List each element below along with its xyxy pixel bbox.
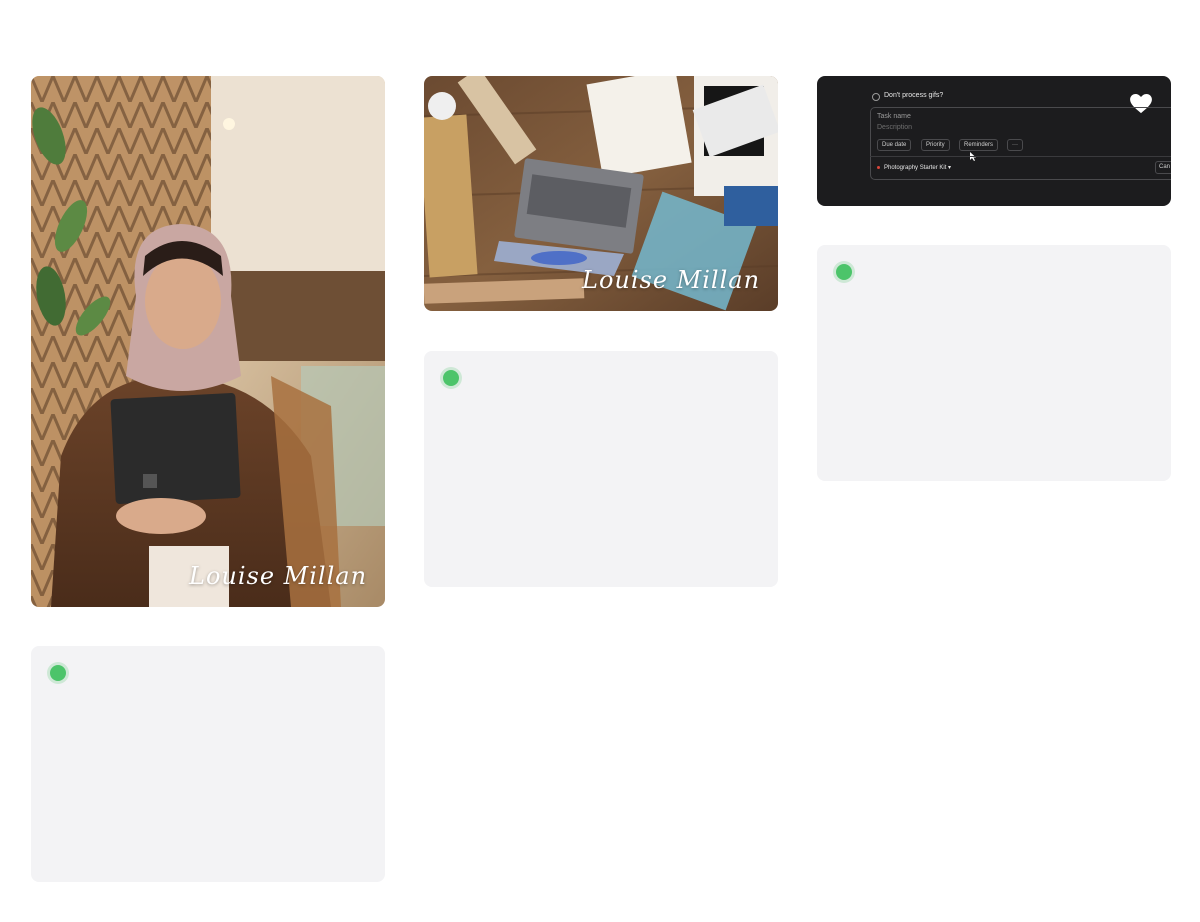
photo-card-desk[interactable]: Louise Millan bbox=[424, 76, 778, 311]
task-screenshot-card[interactable]: Don't process gifs? Task name Descriptio… bbox=[817, 76, 1171, 206]
portrait-photo bbox=[31, 76, 385, 607]
project-name: Photography Starter Kit bbox=[884, 165, 947, 171]
desk-watermark: Louise Millan bbox=[582, 266, 761, 294]
status-dot-icon bbox=[443, 370, 459, 386]
project-color-dot bbox=[877, 165, 880, 169]
photo-card-portrait[interactable]: Louise Millan bbox=[31, 76, 385, 607]
placeholder-card[interactable] bbox=[424, 351, 778, 587]
placeholder-card[interactable] bbox=[817, 245, 1171, 481]
status-dot-icon bbox=[836, 264, 852, 280]
task-title: Don't process gifs? bbox=[884, 92, 944, 99]
editor-divider bbox=[870, 156, 1171, 157]
status-dot-icon bbox=[50, 665, 66, 681]
task-checkbox[interactable] bbox=[872, 93, 880, 101]
portrait-watermark: Louise Millan bbox=[189, 562, 368, 590]
description-input[interactable]: Description bbox=[877, 124, 912, 131]
task-name-input[interactable]: Task name bbox=[877, 113, 911, 120]
priority-button[interactable]: Priority bbox=[921, 139, 950, 151]
project-selector[interactable]: Photography Starter Kit ▾ bbox=[877, 164, 951, 171]
placeholder-card[interactable] bbox=[31, 646, 385, 882]
reminders-button[interactable]: Reminders bbox=[959, 139, 999, 151]
due-date-button[interactable]: Due date bbox=[877, 139, 912, 151]
more-options-button[interactable]: ··· bbox=[1007, 139, 1023, 151]
cancel-button[interactable]: Can bbox=[1155, 161, 1171, 174]
